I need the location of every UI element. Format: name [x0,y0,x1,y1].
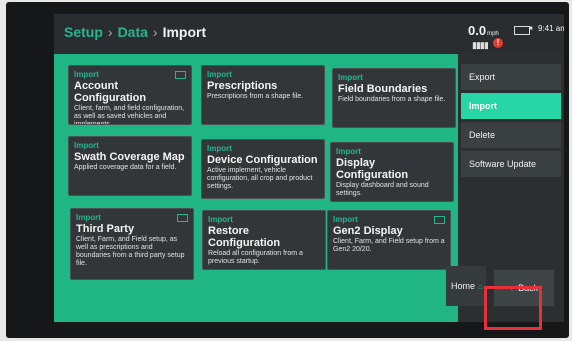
breadcrumb-separator: › [107,24,113,40]
display-icon [175,71,186,79]
tile-description: Active implement, vehicle configuration,… [207,167,313,190]
tile-restore-configuration[interactable]: Import Restore Configuration Reload all … [202,210,326,270]
tile-description: Client, Farm, and Field setup from a Gen… [333,238,445,253]
clock: 9:41 am [538,24,564,33]
tile-description: Client, farm, and field configuration, a… [74,105,185,125]
tile-title: Restore Configuration [208,225,281,249]
tile-title: Device Configuration [207,154,318,166]
alert-icon[interactable]: ! [493,38,503,48]
tile-kicker: Import [333,215,358,224]
tile-kicker: Import [207,144,232,153]
tile-prescriptions[interactable]: Import Prescriptions Prescriptions from … [201,65,325,125]
tile-field-boundaries[interactable]: Import Field Boundaries Field boundaries… [332,68,456,128]
tile-title: Display Configuration [336,157,409,181]
tile-description: Applied coverage data for a field. [74,164,177,171]
display-icon [434,216,445,224]
status-area: 0.0mph ■ 9:41 am ▮▮▮▮ ! [468,20,564,52]
tile-title: Swath Coverage Map [74,151,185,163]
breadcrumb-setup[interactable]: Setup [64,24,103,40]
photo-background: Setup › Data › Import 0.0mph ■ 9:41 am ▮▮▮▮ … [0,0,572,341]
signal-bars-icon: ▮▮▮▮ [472,40,489,50]
tile-description: Field boundaries from a shape file. [338,96,446,103]
tile-account-configuration[interactable]: Import Account Configuration Client, far… [68,65,192,125]
tile-title: Account Configuration [74,80,147,104]
tile-description: Client, Farm, and Field setup, as well a… [76,236,185,267]
tile-title: Prescriptions [207,80,278,92]
tile-device-configuration[interactable]: Import Device Configuration Active imple… [201,139,325,199]
home-button[interactable]: Home ⌂ [446,266,486,306]
tile-title: Third Party [76,223,135,235]
tile-third-party[interactable]: Import Third Party Client, Farm, and Fie… [70,208,194,280]
tile-kicker: Import [74,141,99,150]
tile-description: Prescriptions from a shape file. [207,93,304,100]
sidebar-item-software-update[interactable]: Software Update [461,151,561,177]
tile-swath-coverage-map[interactable]: Import Swath Coverage Map Applied covera… [68,136,192,196]
breadcrumb-separator: › [152,24,158,40]
tile-kicker: Import [208,215,233,224]
display-screen: Setup › Data › Import 0.0mph ■ 9:41 am ▮▮▮▮ … [54,14,564,322]
speed-unit: mph [487,31,499,37]
tile-kicker: Import [76,213,101,222]
tile-kicker: Import [74,70,99,79]
battery-icon [514,26,530,35]
home-icon: ⌂ [478,282,483,291]
sidebar-item-export[interactable]: Export [461,64,561,90]
tile-kicker: Import [338,73,363,82]
tile-description: Display dashboard and sound settings. [336,182,429,197]
speed-value: 0.0 [468,23,487,38]
tile-description: Reload all configuration from a previous… [208,250,303,265]
tile-kicker: Import [336,147,361,156]
import-options-grid: Import Account Configuration Client, far… [54,54,458,322]
tile-gen2-display[interactable]: Import Gen2 Display Client, Farm, and Fi… [327,210,451,270]
breadcrumb: Setup › Data › Import [64,24,206,40]
tile-title: Field Boundaries [338,83,428,95]
tile-kicker: Import [207,70,232,79]
history-icon: ■ [529,26,533,32]
sidebar-item-delete[interactable]: Delete [461,122,561,148]
breadcrumb-data[interactable]: Data [118,24,148,40]
speed-readout: 0.0mph [468,23,499,38]
sidebar-item-import[interactable]: Import [461,93,561,119]
header-bar: Setup › Data › Import 0.0mph ■ 9:41 am ▮▮▮▮ … [54,14,564,58]
tile-display-configuration[interactable]: Import Display Configuration Display das… [330,142,454,202]
display-icon [177,214,188,222]
back-button-highlight-box [484,286,542,330]
home-label: Home [451,281,476,291]
tile-title: Gen2 Display [333,225,403,237]
breadcrumb-current: Import [162,24,207,40]
